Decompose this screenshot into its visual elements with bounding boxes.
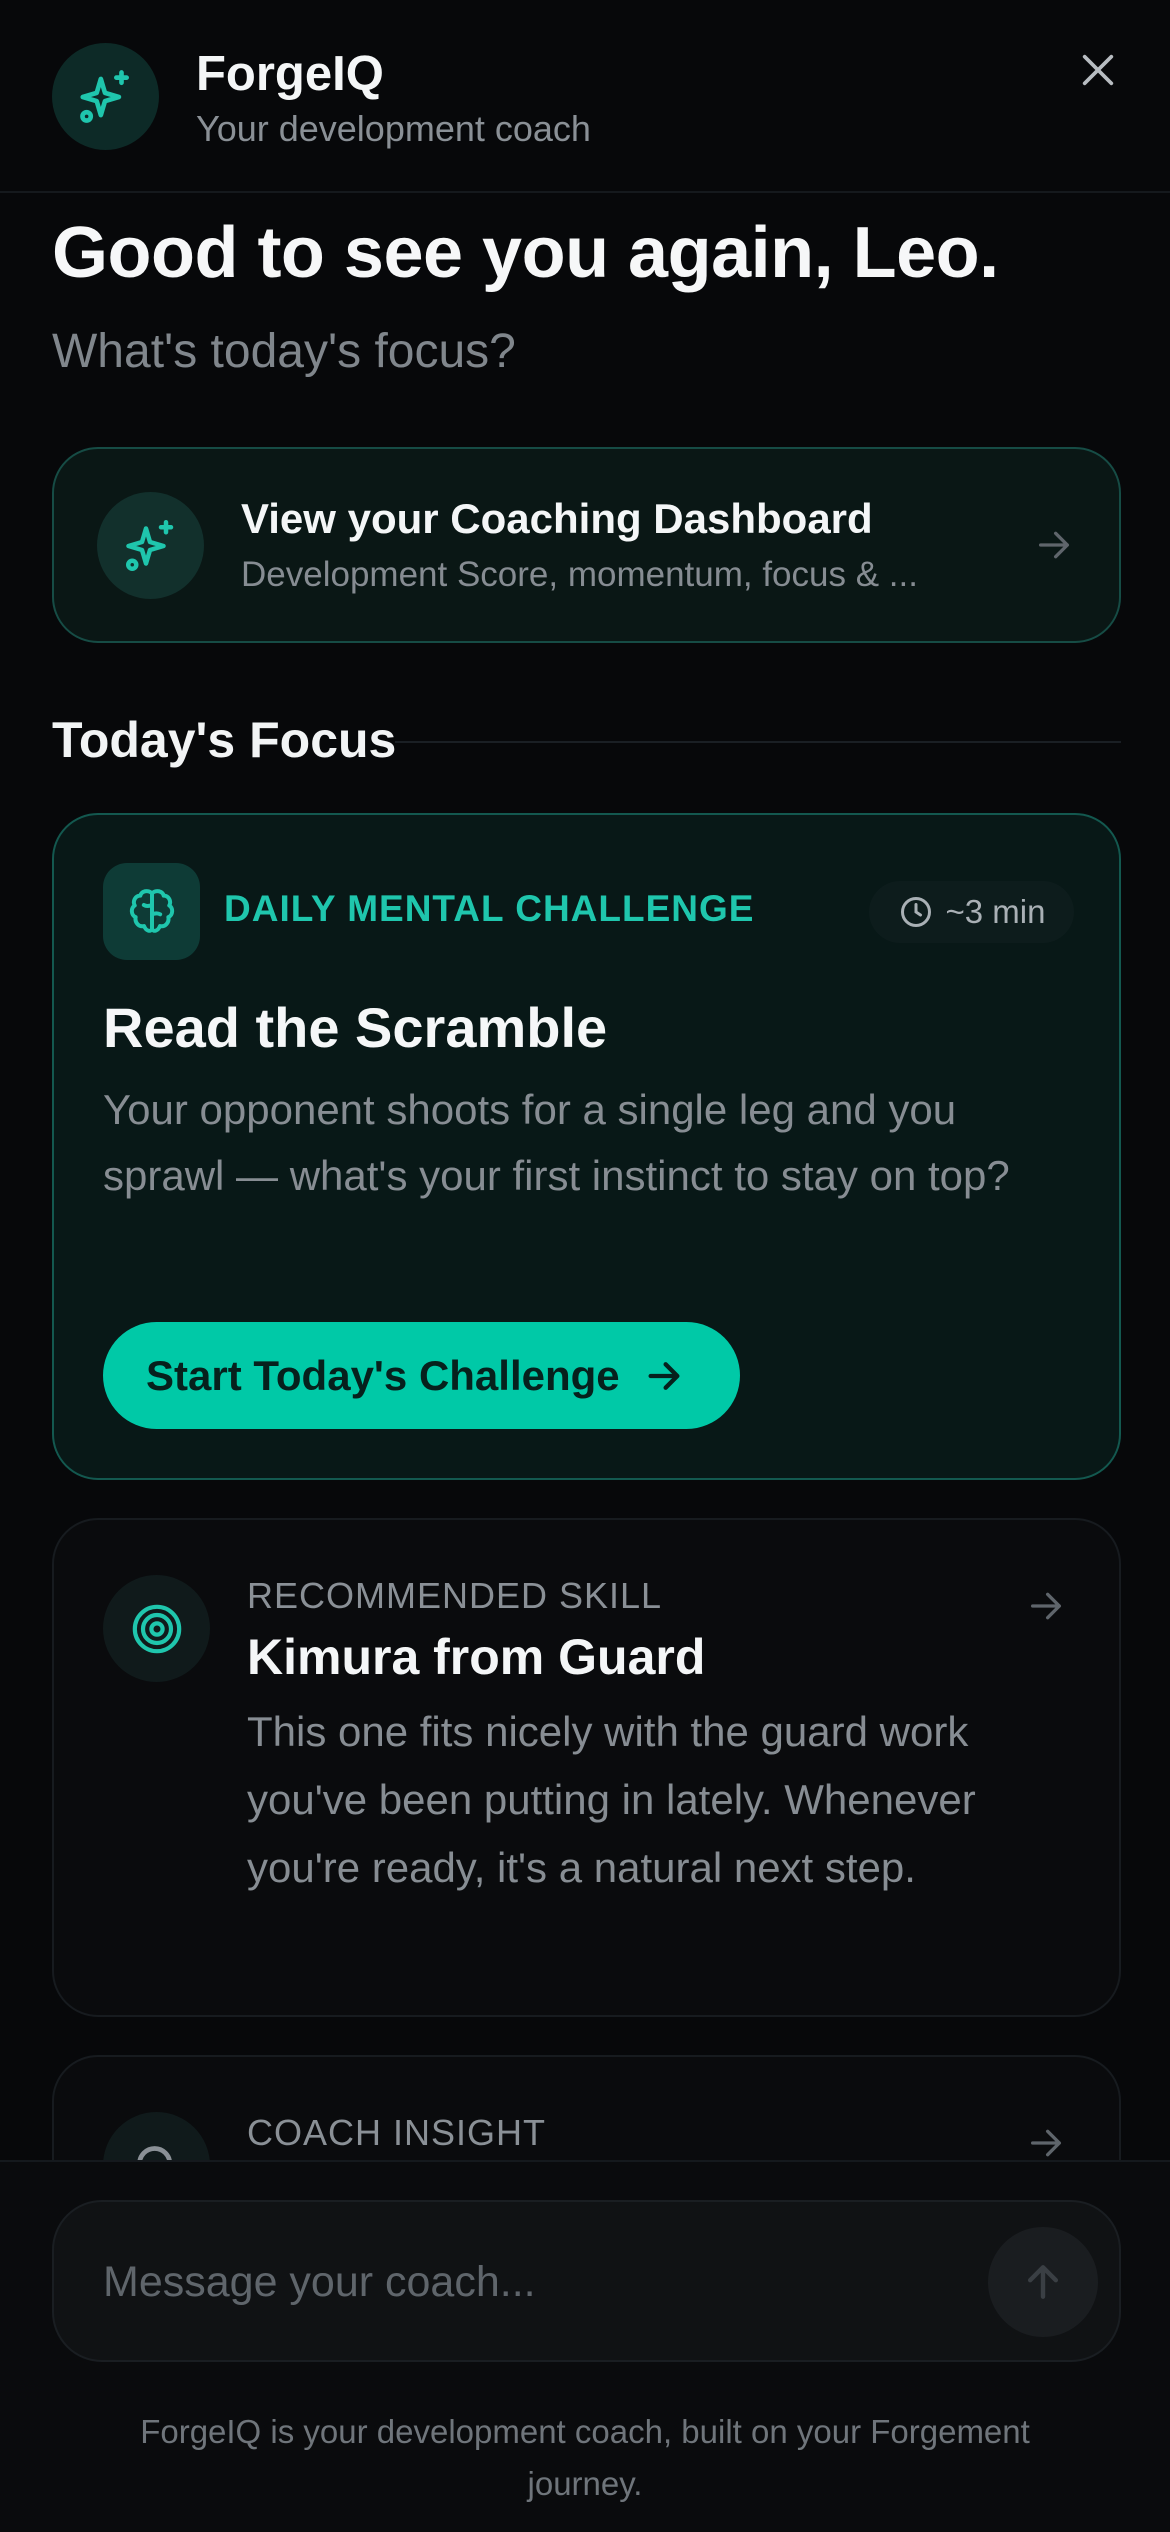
skill-description: This one fits nicely with the guard work…	[247, 1708, 976, 1891]
start-challenge-button[interactable]: Start Today's Challenge	[103, 1322, 740, 1429]
start-challenge-label: Start Today's Challenge	[146, 1351, 620, 1399]
section-divider	[395, 741, 1121, 743]
arrow-right-icon	[1039, 531, 1069, 559]
message-composer	[52, 2200, 1121, 2362]
message-input[interactable]	[103, 2242, 923, 2322]
skill-label: RECOMMENDED SKILL	[247, 1575, 663, 1616]
greeting-title: Good to see you again, Leo.	[52, 213, 999, 293]
skill-icon-badge	[103, 1575, 210, 1682]
section-title-todays-focus: Today's Focus	[52, 712, 397, 768]
app-title: ForgeIQ	[196, 47, 384, 101]
coaching-dashboard-link[interactable]: View your Coaching Dashboard Development…	[52, 447, 1121, 643]
app-logo	[52, 43, 159, 150]
time-estimate-text: ~3 min	[945, 893, 1046, 930]
close-button[interactable]	[1074, 46, 1122, 94]
arrow-right-icon	[1031, 1592, 1061, 1620]
app-subtitle: Your development coach	[196, 108, 591, 149]
challenge-title: Read the Scramble	[103, 996, 608, 1059]
challenge-icon-badge	[103, 863, 200, 960]
dashboard-icon-badge	[97, 492, 204, 599]
brain-icon	[129, 888, 174, 933]
sparkles-icon	[79, 69, 129, 123]
clock-icon	[900, 897, 931, 927]
composer-bar: ForgeIQ is your development coach, built…	[0, 2160, 1170, 2532]
app-header: ForgeIQ Your development coach	[0, 0, 1170, 193]
arrow-right-icon	[1031, 2129, 1061, 2157]
dashboard-link-title: View your Coaching Dashboard	[241, 495, 873, 542]
footnote-text: ForgeIQ is your development coach, built…	[140, 2413, 1030, 2502]
close-icon	[1082, 54, 1114, 86]
skill-title: Kimura from Guard	[247, 1629, 706, 1685]
send-button[interactable]	[988, 2227, 1098, 2337]
recommended-skill-card[interactable]: RECOMMENDED SKILL Kimura from Guard This…	[52, 1518, 1121, 2017]
arrow-up-icon	[1027, 2265, 1059, 2299]
greeting-subtitle: What's today's focus?	[52, 325, 516, 378]
dashboard-link-subtitle: Development Score, momentum, focus & ...	[241, 555, 918, 594]
challenge-description: Your opponent shoots for a single leg an…	[103, 1086, 1010, 1199]
target-icon	[132, 1604, 181, 1653]
sparkles-icon	[125, 519, 173, 571]
challenge-label: DAILY MENTAL CHALLENGE	[224, 888, 755, 929]
time-estimate-badge: ~3 min	[869, 881, 1074, 943]
insight-label: COACH INSIGHT	[247, 2112, 547, 2153]
daily-challenge-card: DAILY MENTAL CHALLENGE ~3 min Read the S…	[52, 813, 1121, 1480]
arrow-right-icon	[648, 1361, 680, 1390]
